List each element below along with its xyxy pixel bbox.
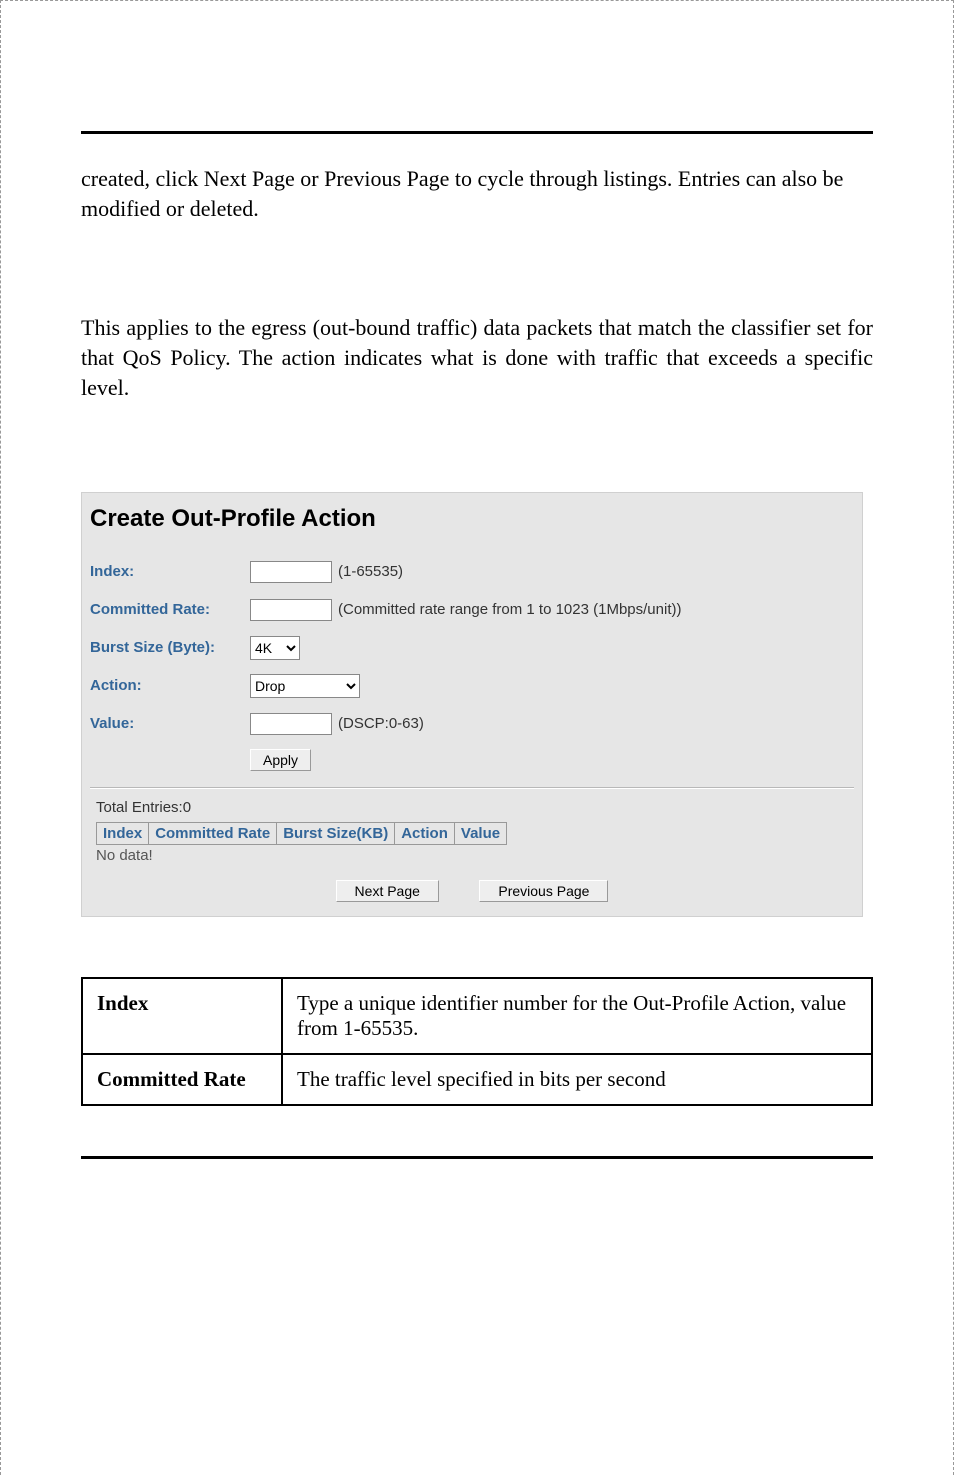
row-burst-size: Burst Size (Byte): 4K [82, 629, 862, 667]
value-input[interactable] [250, 713, 332, 735]
action-select[interactable]: Drop [250, 674, 360, 698]
intro-paragraph-1: created, click Next Page or Previous Pag… [81, 164, 873, 223]
col-committed-rate: Committed Rate [149, 823, 277, 845]
hint-index: (1-65535) [338, 559, 403, 585]
col-value: Value [454, 823, 506, 845]
label-value: Value: [90, 711, 250, 737]
entries-table: Index Committed Rate Burst Size(KB) Acti… [96, 822, 507, 845]
panel-separator [90, 787, 854, 789]
create-out-profile-panel: Create Out-Profile Action Index: (1-6553… [81, 492, 863, 917]
committed-rate-input[interactable] [250, 599, 332, 621]
no-data-message: No data! [82, 845, 862, 874]
desc-key-index: Index [82, 978, 282, 1054]
desc-row-committed-rate: Committed Rate The traffic level specifi… [82, 1054, 872, 1105]
section-rule-bottom [81, 1156, 873, 1159]
col-index: Index [97, 823, 149, 845]
index-input[interactable] [250, 561, 332, 583]
next-page-button[interactable]: Next Page [336, 880, 439, 902]
previous-page-button[interactable]: Previous Page [479, 880, 608, 902]
desc-key-committed-rate: Committed Rate [82, 1054, 282, 1105]
label-index: Index: [90, 559, 250, 585]
pager: Next Page Previous Page [82, 874, 862, 916]
intro-paragraph-2: This applies to the egress (out-bound tr… [81, 313, 873, 402]
hint-value: (DSCP:0-63) [338, 711, 424, 737]
apply-button[interactable]: Apply [250, 749, 311, 771]
section-rule-top [81, 131, 873, 134]
col-burst-size: Burst Size(KB) [277, 823, 395, 845]
label-burst-size: Burst Size (Byte): [90, 635, 250, 661]
desc-val-index: Type a unique identifier number for the … [282, 978, 872, 1054]
burst-size-select[interactable]: 4K [250, 636, 300, 660]
row-value: Value: (DSCP:0-63) [82, 705, 862, 743]
row-apply: Apply [82, 743, 862, 777]
label-action: Action: [90, 673, 250, 699]
desc-row-index: Index Type a unique identifier number fo… [82, 978, 872, 1054]
desc-val-committed-rate: The traffic level specified in bits per … [282, 1054, 872, 1105]
label-committed-rate: Committed Rate: [90, 597, 250, 623]
row-committed-rate: Committed Rate: (Committed rate range fr… [82, 591, 862, 629]
panel-title: Create Out-Profile Action [82, 493, 862, 553]
total-entries: Total Entries:0 [82, 799, 862, 822]
table-header-row: Index Committed Rate Burst Size(KB) Acti… [97, 823, 507, 845]
description-table: Index Type a unique identifier number fo… [81, 977, 873, 1106]
row-action: Action: Drop [82, 667, 862, 705]
hint-committed-rate: (Committed rate range from 1 to 1023 (1M… [338, 597, 681, 623]
row-index: Index: (1-65535) [82, 553, 862, 591]
col-action: Action [395, 823, 455, 845]
